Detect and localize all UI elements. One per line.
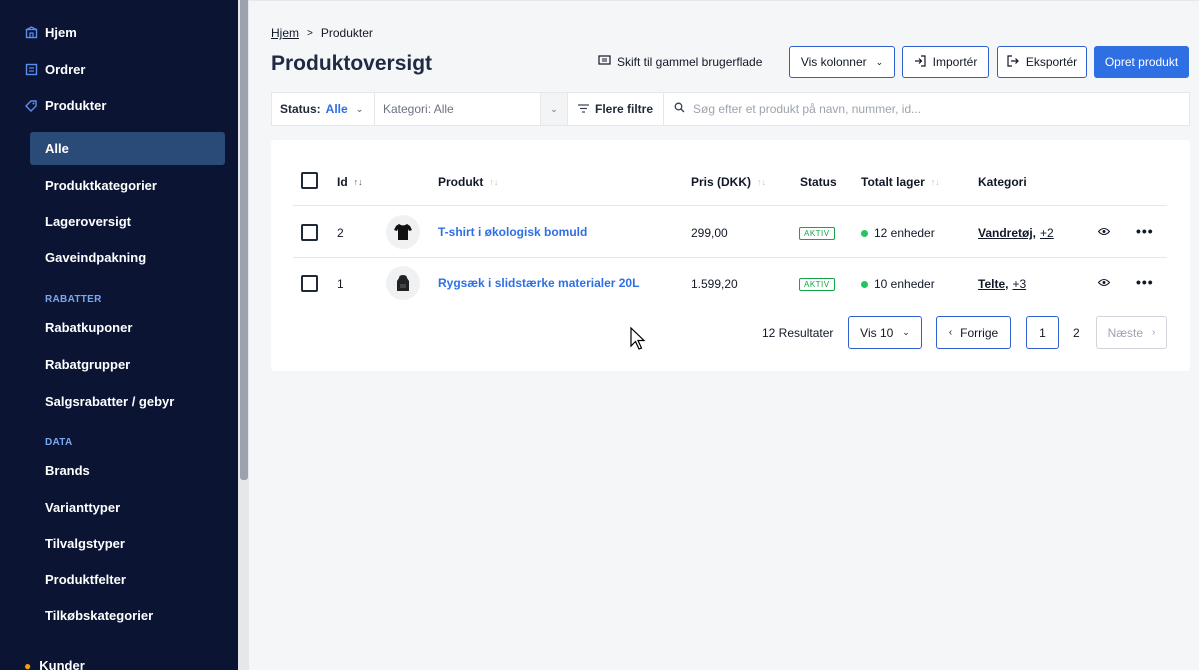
view-eye-icon[interactable] [1097, 276, 1111, 290]
sidebar-item-ordrer[interactable]: Ordrer [24, 62, 85, 77]
chevron-down-icon: ⌄ [355, 103, 364, 114]
sidebar-item-gaveindpakning[interactable]: Gaveindpakning [30, 241, 225, 274]
sidebar-item-rabatgrupper[interactable]: Rabatgrupper [30, 348, 225, 381]
status-badge: AKTIV [799, 278, 835, 291]
row-stock: 12 enheder [861, 226, 935, 240]
product-link[interactable]: Rygsæk i slidstærke materialer 20L [438, 276, 639, 290]
create-product-button[interactable]: Opret produkt [1094, 46, 1189, 78]
more-actions-icon[interactable]: ••• [1136, 274, 1154, 290]
sidebar-item-hjem[interactable]: Hjem [24, 25, 77, 40]
product-thumbnail [386, 266, 420, 300]
column-header-price[interactable]: Pris (DKK) ↑↓ [691, 175, 766, 189]
row-divider [293, 257, 1167, 258]
breadcrumb-current: Produkter [320, 26, 373, 40]
more-actions-icon[interactable]: ••• [1136, 223, 1154, 239]
product-thumbnail [386, 215, 420, 249]
orders-icon [24, 63, 38, 77]
search-icon [674, 102, 685, 116]
sort-icon: ↑↓ [353, 177, 363, 187]
row-divider [293, 205, 1167, 206]
row-id: 1 [337, 277, 344, 291]
status-filter[interactable]: Status: Alle ⌄ [272, 93, 375, 125]
import-icon [914, 54, 926, 70]
column-header-category: Kategori [978, 175, 1027, 189]
breadcrumb: Hjem > Produkter [271, 26, 373, 40]
sidebar-item-produkter[interactable]: Produkter [24, 98, 106, 113]
row-category[interactable]: Telte, +3 [978, 277, 1026, 291]
user-icon: ● [24, 658, 32, 670]
switch-ui-icon [598, 55, 611, 69]
row-price: 1.599,20 [691, 277, 738, 291]
sidebar-item-produktfelter[interactable]: Produktfelter [30, 563, 225, 596]
column-header-product[interactable]: Produkt ↑↓ [438, 175, 498, 189]
tshirt-icon [394, 224, 412, 240]
view-eye-icon[interactable] [1097, 225, 1111, 239]
column-header-stock[interactable]: Totalt lager ↑↓ [861, 175, 940, 189]
switch-old-ui-link[interactable]: Skift til gammel brugerflade [598, 55, 762, 69]
tag-icon [24, 99, 38, 113]
stock-dot-icon [861, 280, 868, 288]
sort-icon: ↑↓ [489, 177, 499, 187]
filter-icon [577, 102, 589, 116]
top-divider [249, 0, 1199, 1]
search-box [664, 93, 1189, 125]
sort-icon: ↑↓ [757, 177, 767, 187]
sidebar-item-lageroversigt[interactable]: Lageroversigt [30, 205, 225, 238]
sidebar-item-produktkategorier[interactable]: Produktkategorier [30, 169, 225, 202]
export-icon [1007, 54, 1019, 70]
chevron-right-icon: > [307, 27, 313, 39]
sidebar-item-varianttyper[interactable]: Varianttyper [30, 491, 225, 524]
products-table: Id ↑↓ Produkt ↑↓ Pris (DKK) ↑↓ Status To… [271, 140, 1190, 371]
per-page-select[interactable]: Vis 10 ⌄ [848, 316, 922, 349]
sidebar-item-salgsrabatter[interactable]: Salgsrabatter / gebyr [30, 385, 225, 418]
row-id: 2 [337, 226, 344, 240]
previous-page-button[interactable]: ‹ Forrige [936, 316, 1011, 349]
chevron-right-icon: › [1152, 327, 1156, 338]
sidebar: Hjem Ordrer Produkter Alle Produktkatego… [0, 0, 249, 670]
page-title: Produktoversigt [271, 52, 433, 75]
import-button[interactable]: Importér [902, 46, 989, 78]
row-checkbox[interactable] [301, 275, 318, 292]
sidebar-item-tilvalgstyper[interactable]: Tilvalgstyper [30, 527, 225, 560]
column-header-status: Status [800, 175, 837, 189]
sidebar-section-rabatter: RABATTER [45, 294, 102, 305]
chevron-down-icon: ⌄ [875, 56, 884, 67]
sidebar-item-tilkobskategorier[interactable]: Tilkøbskategorier [30, 599, 225, 632]
home-icon [24, 26, 38, 40]
sidebar-item-alle[interactable]: Alle [30, 132, 225, 165]
backpack-icon [397, 275, 409, 291]
column-header-id[interactable]: Id ↑↓ [337, 175, 363, 189]
sidebar-section-data: DATA [45, 437, 73, 448]
mouse-cursor-icon [630, 326, 646, 356]
status-badge: AKTIV [799, 227, 835, 240]
search-input[interactable] [693, 102, 1189, 116]
breadcrumb-home-link[interactable]: Hjem [271, 26, 299, 40]
stock-dot-icon [861, 229, 868, 237]
category-filter[interactable]: Kategori: Alle [375, 93, 541, 125]
page-2-button[interactable]: 2 [1073, 326, 1080, 340]
filter-bar: Status: Alle ⌄ Kategori: Alle ⌄ Flere fi… [271, 92, 1190, 126]
chevron-down-icon: ⌄ [550, 103, 558, 114]
category-dropdown-toggle[interactable]: ⌄ [541, 93, 568, 125]
row-category[interactable]: Vandretøj, +2 [978, 226, 1054, 240]
page-1-button[interactable]: 1 [1026, 316, 1059, 349]
select-all-checkbox[interactable] [301, 172, 318, 189]
sort-icon: ↑↓ [930, 177, 940, 187]
results-count: 12 Resultater [762, 326, 834, 340]
row-checkbox[interactable] [301, 224, 318, 241]
main-content: Hjem > Produkter Produktoversigt Skift t… [249, 0, 1199, 670]
sidebar-item-brands[interactable]: Brands [30, 454, 225, 487]
next-page-button[interactable]: Næste › [1096, 316, 1167, 349]
row-price: 299,00 [691, 226, 728, 240]
sidebar-item-rabatkuponer[interactable]: Rabatkuponer [30, 311, 225, 344]
export-button[interactable]: Eksportér [997, 46, 1087, 78]
more-filters-button[interactable]: Flere filtre [568, 93, 664, 125]
show-columns-button[interactable]: Vis kolonner ⌄ [789, 46, 895, 78]
product-link[interactable]: T-shirt i økologisk bomuld [438, 225, 587, 239]
sidebar-scrollbar-thumb[interactable] [240, 0, 248, 480]
chevron-left-icon: ‹ [948, 327, 953, 338]
chevron-down-icon: ⌄ [902, 327, 910, 337]
row-stock: 10 enheder [861, 277, 935, 291]
sidebar-item-kunder[interactable]: ● Kunder [24, 658, 85, 670]
